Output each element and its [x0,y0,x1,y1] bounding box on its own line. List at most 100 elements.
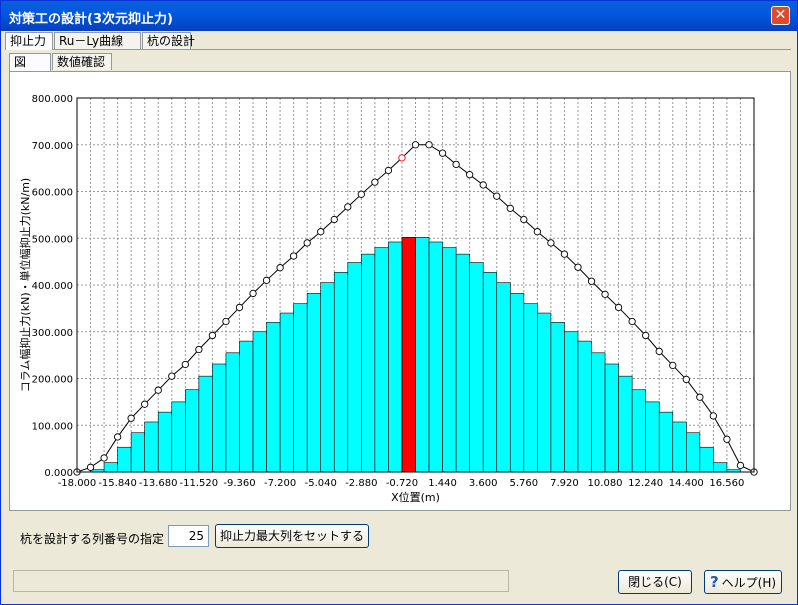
chart-bar [293,303,308,473]
y-tick-label: 200.000 [32,375,73,386]
x-tick-label: -9.360 [223,478,255,489]
chart-bar [266,322,281,473]
line-point [262,276,271,284]
line-point [425,141,433,149]
x-tick-label: -13.680 [139,478,178,489]
chart-bar [415,237,430,473]
title-bar: 対策工の設計(3次元抑止力) ✕ [1,1,797,31]
line-point [344,203,352,211]
chart-bar [523,303,538,473]
chart-bar [252,331,267,473]
chart-bar [685,432,701,473]
x-tick-label: -18.000 [58,478,97,489]
x-tick-label: 5.760 [509,478,538,489]
line-point [154,386,162,394]
x-axis-label: X位置(m) [391,490,440,504]
chart-bar [604,363,619,473]
pile-row-input[interactable]: 25 [168,525,209,547]
line-point [195,345,203,354]
line-point [614,303,623,312]
chart-bar [550,322,565,473]
chart-bar [144,421,159,473]
chart-bar [198,375,213,473]
line-point [100,454,108,462]
chart-bar [171,401,186,473]
chart-bar [618,375,633,473]
x-tick-label: -0.720 [386,478,418,489]
x-tick-label: 14.400 [669,478,704,489]
x-tick-label: -7.200 [264,478,296,489]
subtab-value-check[interactable]: 数値確認 [52,53,112,70]
line-point [384,166,393,175]
x-tick-label: 1.440 [428,478,457,489]
x-tick-label: -11.520 [180,478,219,489]
chart-bar [361,253,376,473]
chart-bar [185,389,200,473]
chart-bar [212,363,227,473]
line-point [357,190,365,198]
chart-bar [239,340,254,473]
y-tick-label: 100.000 [32,421,73,432]
window-title: 対策工の設計(3次元抑止力) [9,12,173,27]
chart-bar [658,411,674,473]
chart-bar [577,340,592,473]
chart-bar [713,462,728,473]
line-point [303,239,311,247]
line-point [371,178,379,186]
line-point [574,263,582,271]
line-point [587,277,596,285]
chart-bar [320,282,335,473]
y-tick-label: 300.000 [32,328,73,339]
question-mark-icon: ? [709,573,719,591]
chart-bar [103,462,118,473]
line-point [208,331,217,340]
line-point [655,347,663,356]
line-point [86,463,95,471]
tab-ru-ly-curve[interactable]: Ru－Ly曲線 [54,32,141,49]
line-point [520,215,528,224]
y-tick-label: 600.000 [32,188,73,199]
help-button-label: ヘルプ(H) [721,576,777,590]
chart-bar [469,262,484,473]
chart-bar [388,241,403,473]
tab-divider [5,49,791,50]
line-point [438,149,447,157]
suppression-force-chart: 0.000100.000200.000300.000400.000500.000… [18,94,758,504]
subtab-figure[interactable]: 図 [9,53,51,71]
chart-bar [347,262,362,473]
line-point [642,331,650,340]
set-max-row-button[interactable]: 抑止力最大列をセットする [215,524,369,548]
line-point [276,264,284,272]
line-point [682,375,690,384]
chart-panel: 0.000 100.000 200.000 300.000 400.000 500.000… [9,71,791,511]
chart-bar [509,293,525,473]
tab-suppression-force[interactable]: 抑止力 [5,32,53,50]
chart-bar [645,401,660,473]
line-point [398,154,406,162]
chart-bar [699,446,714,473]
tab-pile-design[interactable]: 杭の設計 [142,32,195,49]
line-point [141,400,149,408]
y-axis-label: コラム幅抑止力(kN)・単位幅抑止力(kN/m) [18,178,32,392]
x-tick-label: -2.880 [345,478,377,489]
help-button[interactable]: ? ヘルプ(H) [704,570,782,594]
chart-bar [496,282,511,473]
line-point [669,361,677,370]
line-point [533,228,542,236]
line-point [127,414,135,422]
close-icon[interactable]: ✕ [771,6,790,25]
x-tick-label: 16.560 [709,478,744,489]
chart-bar [537,312,552,473]
line-point [709,412,718,420]
chart-bar [401,237,416,473]
close-button[interactable]: 閉じる(C) [618,570,692,594]
line-point [249,289,257,298]
chart-bar [279,312,294,473]
line-point [736,461,745,470]
chart-bar [442,247,457,473]
line-point [479,181,487,189]
line-point [235,303,244,312]
line-point [452,160,460,169]
line-point [317,228,325,236]
status-field [13,570,509,592]
